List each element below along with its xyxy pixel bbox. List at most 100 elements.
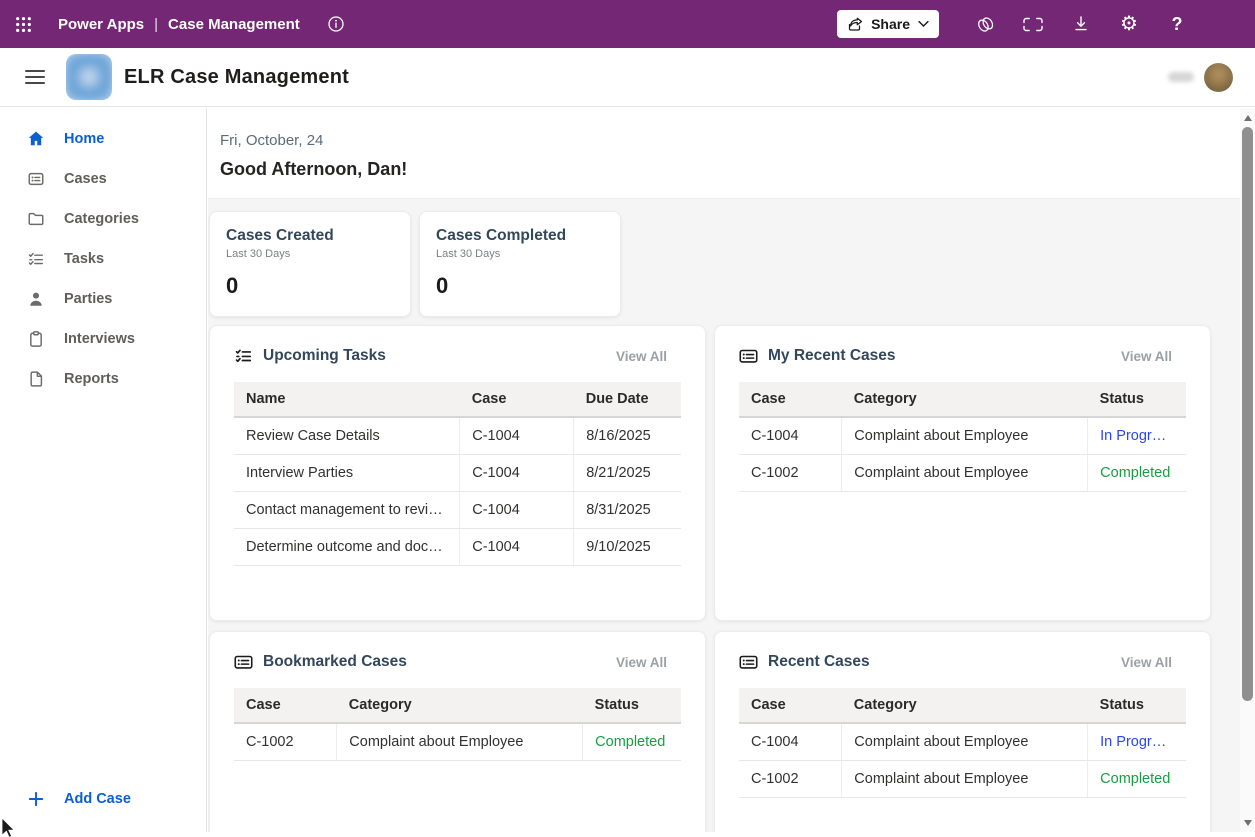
table-row[interactable]: C-1002Complaint about EmployeeCompleted (234, 723, 681, 761)
home-icon (27, 130, 45, 148)
table-row[interactable]: Contact management to revie...C-10048/31… (234, 492, 681, 529)
clipboard-icon (27, 330, 45, 348)
menu-button[interactable] (22, 64, 48, 90)
panel-bookmarked-cases: Bookmarked Cases View All CaseCategorySt… (209, 631, 706, 832)
table-cell: C-1004 (460, 492, 574, 529)
help-button[interactable]: ? (1153, 0, 1201, 48)
document-icon (27, 370, 45, 388)
topbar-controls: Share (837, 0, 1255, 48)
table-cell: Complaint about Employee (842, 417, 1088, 455)
table-row[interactable]: Review Case DetailsC-10048/16/2025 (234, 417, 681, 455)
table-cell: 9/10/2025 (574, 529, 681, 566)
view-all-link[interactable]: View All (616, 349, 667, 364)
app-logo-image (66, 54, 112, 100)
panel-header: My Recent Cases View All (739, 347, 1186, 365)
view-all-link[interactable]: View All (616, 655, 667, 670)
panel-header: Recent Cases View All (739, 653, 1186, 671)
card-icon (739, 347, 758, 365)
upcoming-tasks-table: NameCaseDue DateReview Case DetailsC-100… (234, 382, 681, 566)
topbar-app-name: Case Management (168, 16, 300, 33)
info-button[interactable] (322, 10, 350, 38)
recent-cases-table: CaseCategoryStatusC-1004Complaint about … (739, 688, 1186, 798)
checklist-icon (27, 250, 45, 268)
stat-value: 0 (436, 273, 604, 299)
panel-header: Bookmarked Cases View All (234, 653, 681, 671)
status-cell: In Progress (1088, 723, 1186, 761)
table-cell: C-1004 (739, 723, 842, 761)
table-row[interactable]: C-1004Complaint about EmployeeIn Progres… (739, 417, 1186, 455)
card-icon (234, 653, 253, 671)
panel-my-recent-cases: My Recent Cases View All CaseCategorySta… (714, 325, 1211, 621)
chevron-down-icon (918, 20, 929, 28)
table-cell: C-1004 (460, 529, 574, 566)
topbar-avatar[interactable] (1207, 2, 1252, 46)
column-header: Case (234, 688, 337, 723)
column-header: Name (234, 382, 460, 417)
table-header-row: NameCaseDue Date (234, 382, 681, 417)
sidebar-item-cases[interactable]: Cases (0, 159, 206, 199)
sidebar-item-home[interactable]: Home (0, 119, 206, 159)
table-cell: 8/16/2025 (574, 417, 681, 455)
info-icon (327, 15, 345, 33)
sidebar-item-reports[interactable]: Reports (0, 359, 206, 399)
stat-value: 0 (226, 273, 394, 299)
vertical-scrollbar[interactable] (1240, 108, 1255, 832)
table-row[interactable]: Determine outcome and docu...C-10049/10/… (234, 529, 681, 566)
app-logo (66, 54, 112, 100)
header-user-area (1168, 63, 1233, 92)
sidebar-item-label: Cases (64, 171, 107, 187)
plus-icon (27, 790, 45, 808)
stat-card-cases-created: Cases Created Last 30 Days 0 (209, 211, 411, 317)
sidebar-item-tasks[interactable]: Tasks (0, 239, 206, 279)
table-header-row: CaseCategoryStatus (739, 688, 1186, 723)
copilot-button[interactable] (961, 0, 1009, 48)
scrollbar-down-button[interactable] (1240, 815, 1255, 830)
sidebar-item-interviews[interactable]: Interviews (0, 319, 206, 359)
fit-screen-button[interactable] (1009, 0, 1057, 48)
column-header: Category (337, 688, 583, 723)
help-icon: ? (1172, 15, 1183, 33)
table-cell: C-1002 (739, 455, 842, 492)
bookmarked-cases-table: CaseCategoryStatusC-1002Complaint about … (234, 688, 681, 761)
scrollbar-thumb[interactable] (1242, 127, 1253, 701)
table-row[interactable]: C-1002Complaint about EmployeeCompleted (739, 455, 1186, 492)
sidebar-item-label: Interviews (64, 331, 135, 347)
sidebar-item-parties[interactable]: Parties (0, 279, 206, 319)
table-cell: C-1004 (460, 417, 574, 455)
add-case-button[interactable]: Add Case (0, 779, 206, 819)
table-row[interactable]: C-1002Complaint about EmployeeCompleted (739, 761, 1186, 798)
copilot-icon (975, 14, 996, 35)
download-button[interactable] (1057, 0, 1105, 48)
share-button[interactable]: Share (837, 10, 939, 38)
stat-title: Cases Created (226, 227, 394, 245)
sidebar-item-label: Home (64, 131, 104, 147)
folder-icon (27, 210, 45, 228)
date-label: Fri, October, 24 (220, 132, 1228, 149)
table-cell: Complaint about Employee (842, 455, 1088, 492)
card-icon (739, 653, 758, 671)
header-avatar[interactable] (1204, 63, 1233, 92)
avatar-photo (1204, 63, 1233, 92)
scrollbar-up-button[interactable] (1240, 110, 1255, 125)
avatar-photo (1207, 2, 1252, 46)
settings-button[interactable]: ⚙ (1105, 0, 1153, 48)
share-label: Share (871, 16, 910, 32)
app-launcher-button[interactable] (0, 0, 46, 48)
table-header-row: CaseCategoryStatus (234, 688, 681, 723)
table-cell: Interview Parties (234, 455, 460, 492)
checklist-icon (234, 347, 253, 365)
view-all-link[interactable]: View All (1121, 655, 1172, 670)
stat-card-cases-completed: Cases Completed Last 30 Days 0 (419, 211, 621, 317)
panel-recent-cases: Recent Cases View All CaseCategoryStatus… (714, 631, 1211, 832)
greeting-text: Good Afternoon, Dan! (220, 159, 1228, 180)
view-all-link[interactable]: View All (1121, 349, 1172, 364)
panel-upcoming-tasks: Upcoming Tasks View All NameCaseDue Date… (209, 325, 706, 621)
stat-subtitle: Last 30 Days (436, 248, 604, 260)
table-row[interactable]: Interview PartiesC-10048/21/2025 (234, 455, 681, 492)
panel-header: Upcoming Tasks View All (234, 347, 681, 365)
table-cell: 8/31/2025 (574, 492, 681, 529)
sidebar-item-categories[interactable]: Categories (0, 199, 206, 239)
table-row[interactable]: C-1004Complaint about EmployeeIn Progres… (739, 723, 1186, 761)
column-header: Case (739, 382, 842, 417)
nav-list: Home Cases Categories (0, 108, 206, 399)
